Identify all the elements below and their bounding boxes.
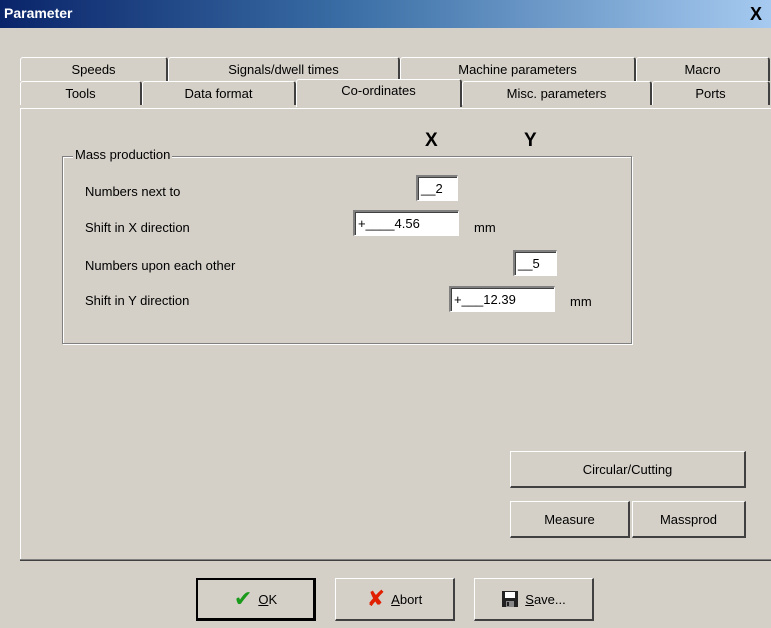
tab-speeds[interactable]: Speeds (20, 57, 168, 81)
column-header-x: X (425, 130, 438, 151)
tab-machine-parameters[interactable]: Machine parameters (400, 57, 636, 81)
cross-icon: ✘ (366, 586, 386, 611)
tab-tools[interactable]: Tools (20, 81, 142, 105)
abort-label: Abort (391, 591, 423, 607)
tab-macro[interactable]: Macro (636, 57, 770, 81)
tab-data-format[interactable]: Data format (142, 81, 296, 105)
numbers-upon-label: Numbers upon each other (85, 258, 236, 273)
abort-button[interactable]: ✘ Abort (335, 578, 455, 621)
close-icon[interactable]: X (745, 3, 767, 25)
ok-label: OK (258, 591, 278, 607)
shift-x-unit: mm (474, 220, 496, 235)
panel-divider (20, 559, 771, 561)
numbers-next-to-field[interactable]: __2 (416, 175, 458, 201)
group-legend: Mass production (73, 147, 173, 162)
tab-signals-dwell-times[interactable]: Signals/dwell times (168, 57, 400, 81)
measure-button[interactable]: Measure (510, 501, 630, 538)
window-title: Parameter (4, 5, 73, 21)
tab-misc-parameters[interactable]: Misc. parameters (462, 81, 652, 105)
massprod-button[interactable]: Massprod (632, 501, 746, 538)
shift-y-unit: mm (570, 294, 592, 309)
shift-y-label: Shift in Y direction (85, 293, 190, 308)
numbers-upon-field[interactable]: __5 (513, 250, 557, 276)
check-icon: ✔ (233, 586, 253, 611)
shift-x-label: Shift in X direction (85, 220, 190, 235)
floppy-disk-icon (501, 590, 519, 608)
shift-x-field[interactable]: +____4.56 (353, 210, 459, 236)
column-header-y: Y (524, 130, 537, 151)
title-bar: Parameter X (0, 0, 771, 28)
save-label: Save... (525, 591, 566, 607)
ok-button[interactable]: ✔ OK (196, 578, 316, 621)
tab-co-ordinates[interactable]: Co-ordinates (296, 79, 462, 107)
numbers-next-to-label: Numbers next to (85, 184, 181, 199)
tab-ports[interactable]: Ports (652, 81, 770, 105)
save-button[interactable]: Save... (474, 578, 594, 621)
shift-y-field[interactable]: +___12.39 (449, 286, 555, 312)
circular-cutting-button[interactable]: Circular/Cutting (510, 451, 746, 488)
